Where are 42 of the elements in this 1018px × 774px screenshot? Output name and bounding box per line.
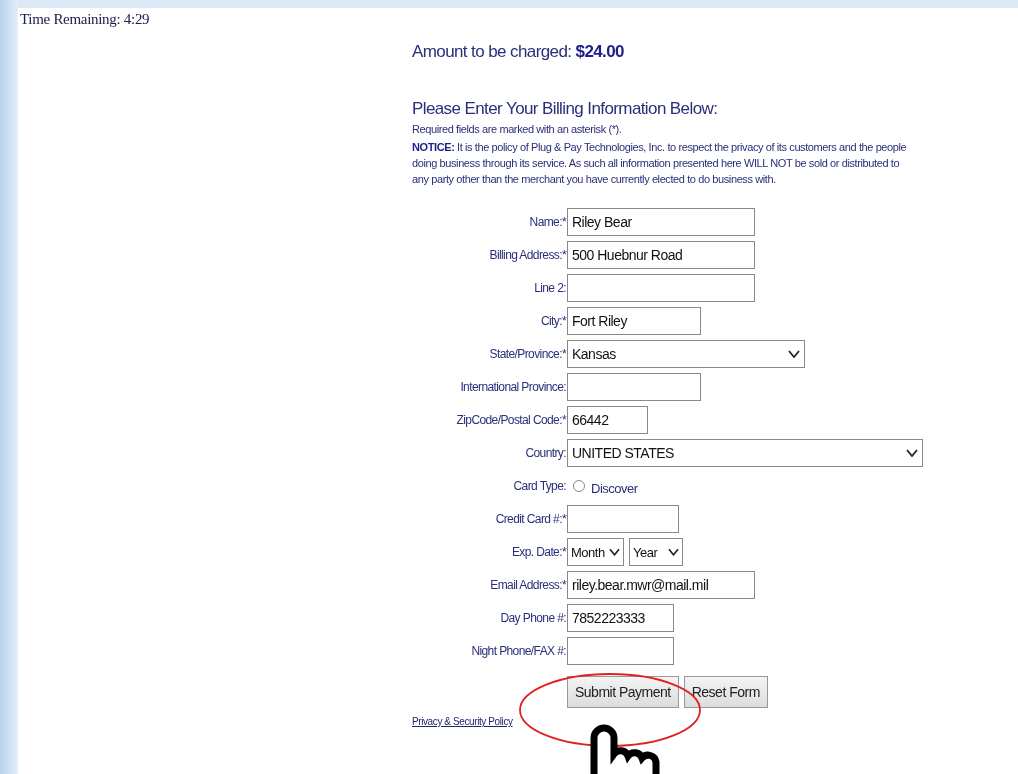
text-field[interactable] [567, 505, 679, 533]
text-field[interactable]: riley.bear.mwr@mail.mil [567, 571, 755, 599]
billing-heading: Please Enter Your Billing Information Below: [412, 99, 719, 119]
field-label: Night Phone/FAX #: [471, 644, 566, 658]
time-remaining-text: Time Remaining: 4:29 [20, 11, 150, 28]
field-label: Card Type: [513, 479, 566, 493]
field-label: City:* [540, 314, 566, 328]
text-field[interactable]: 7852223333 [567, 604, 674, 632]
dropdown[interactable]: UNITED STATES [567, 439, 923, 467]
text-field[interactable] [567, 637, 674, 665]
text-field[interactable]: 500 Huebnur Road [567, 241, 755, 269]
text-field[interactable]: 66442 [567, 406, 648, 434]
privacy-notice: NOTICE: It is the policy of Plug & Pay Technologies, Inc. to respect the privacy of its customers and the people doing business through its service. As such all information presented here WILL NOT be sold or distributed to any party other than the merchant you have currently elected to do business with. [412, 140, 908, 187]
text-field[interactable]: Riley Bear [567, 208, 755, 236]
radio-button[interactable] [573, 480, 585, 492]
text-field[interactable]: Fort Riley [567, 307, 701, 335]
field-label: Country: [525, 446, 566, 460]
form-button[interactable]: Submit Payment [567, 676, 679, 708]
field-label: ZipCode/Postal Code:* [456, 413, 566, 427]
field-label: State/Province:* [489, 347, 566, 361]
chevron-icon [609, 548, 620, 556]
required-note: Required fields are marked with an asterisk (*). [412, 123, 623, 135]
field-label: Credit Card #:* [495, 512, 566, 526]
field-label: Day Phone #: [500, 611, 566, 625]
dropdown[interactable]: Year [629, 538, 683, 566]
text-field[interactable] [567, 274, 755, 302]
privacy-link[interactable]: Privacy & Security Policy [412, 716, 513, 727]
field-label: Line 2: [534, 281, 566, 295]
field-label: Billing Address:* [489, 248, 566, 262]
radio-label: Discover [591, 480, 638, 496]
field-label: Name:* [529, 215, 566, 229]
form-button[interactable]: Reset Form [683, 676, 768, 708]
dropdown[interactable]: Kansas [567, 340, 805, 368]
chevron-icon [788, 350, 800, 358]
field-label: International Province: [460, 380, 566, 394]
field-label: Email Address:* [490, 578, 566, 592]
dropdown[interactable]: Month [567, 538, 624, 566]
chevron-icon [668, 548, 679, 556]
text-field[interactable] [567, 373, 701, 401]
amount-text: Amount to be charged: $24.00 [412, 42, 625, 62]
field-label: Exp. Date:* [511, 545, 566, 559]
chevron-icon [906, 449, 918, 457]
